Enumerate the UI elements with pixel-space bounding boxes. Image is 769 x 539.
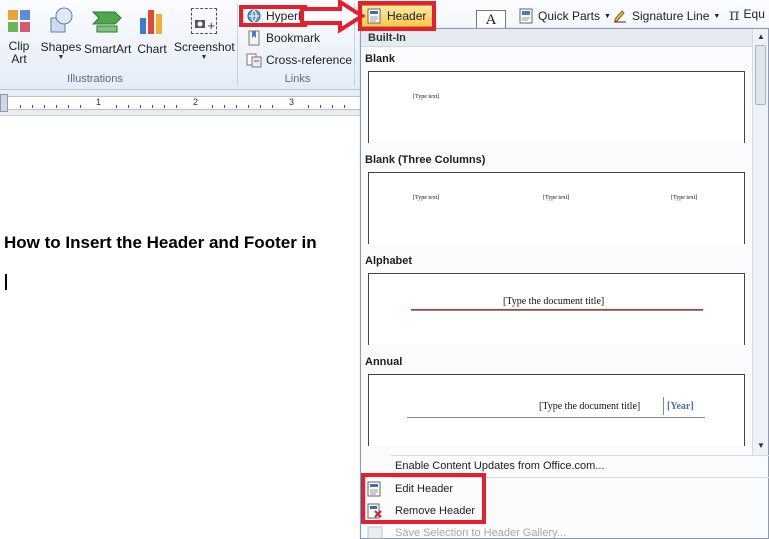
annotation-box-header-button bbox=[358, 1, 436, 31]
gallery-scrollbar[interactable]: ▲ ▼ bbox=[752, 29, 768, 455]
placeholder-text: [Type text] bbox=[671, 195, 698, 201]
chart-icon bbox=[137, 6, 167, 36]
clip-art-button[interactable]: Clip Art bbox=[4, 8, 34, 66]
gallery-item-title: Alphabet bbox=[365, 255, 413, 267]
scroll-up-icon[interactable]: ▲ bbox=[754, 30, 768, 44]
text-box-button[interactable]: A bbox=[476, 10, 506, 30]
signature-line-dropdown-icon: ▼ bbox=[713, 12, 721, 20]
header-thumbnail-blank-three-columns[interactable]: [Type text] [Type text] [Type text] bbox=[368, 172, 745, 244]
header-gallery-dropdown[interactable]: Built-In Blank [Type text] Blank (Three … bbox=[360, 28, 769, 539]
scroll-down-icon[interactable]: ▼ bbox=[754, 439, 768, 453]
quick-parts-icon bbox=[518, 8, 534, 24]
title-rule bbox=[411, 309, 703, 311]
screenshot-icon: + bbox=[191, 8, 217, 34]
signature-line-label: Signature Line bbox=[632, 9, 710, 23]
text-box-icon: A bbox=[485, 11, 497, 28]
screenshot-label: Screenshot bbox=[174, 40, 235, 54]
chart-button[interactable]: Chart bbox=[134, 6, 170, 56]
group-separator bbox=[237, 4, 238, 86]
signature-line-icon bbox=[612, 8, 628, 24]
gallery-section-title: Built-In bbox=[361, 29, 753, 47]
indent-marker[interactable] bbox=[0, 94, 8, 112]
ruler-mark: 3 bbox=[289, 97, 295, 107]
smartart-icon bbox=[91, 8, 123, 34]
save-selection-menu-item: Save Selection to Header Gallery... bbox=[361, 522, 769, 539]
placeholder-text: [Type the document title] bbox=[539, 401, 641, 412]
menu-item-label: Save Selection to Header Gallery... bbox=[395, 527, 566, 539]
cross-reference-button[interactable]: Cross-reference bbox=[246, 50, 352, 70]
quick-parts-dropdown-icon: ▼ bbox=[604, 12, 611, 20]
quick-parts-label: Quick Parts bbox=[538, 9, 601, 23]
screenshot-button[interactable]: + Screenshot ▼ bbox=[174, 8, 235, 62]
svg-text:+: + bbox=[207, 21, 215, 32]
text-cursor bbox=[5, 274, 7, 290]
gallery-item-title: Blank (Three Columns) bbox=[365, 154, 486, 166]
shapes-button[interactable]: Shapes ▼ bbox=[40, 6, 82, 62]
pi-icon: π bbox=[729, 4, 740, 24]
header-thumbnail-alphabet[interactable]: [Type the document title] bbox=[368, 273, 745, 345]
equation-button[interactable]: π Equ bbox=[729, 4, 765, 24]
placeholder-text: [Type text] bbox=[413, 195, 440, 201]
annotation-box-hyperlink bbox=[239, 5, 307, 27]
header-thumbnail-blank[interactable]: [Type text] bbox=[368, 71, 745, 143]
document-heading: How to Insert the Header and Footer in bbox=[4, 233, 317, 252]
screenshot-dropdown-icon: ▼ bbox=[200, 54, 208, 61]
chart-label: Chart bbox=[137, 42, 167, 56]
clip-art-label-2: Art bbox=[11, 52, 27, 66]
placeholder-text: [Type text] bbox=[413, 94, 440, 100]
equation-label: Equ bbox=[743, 7, 765, 21]
ruler-mark: 2 bbox=[193, 97, 199, 107]
annotation-arrow-icon bbox=[300, 0, 366, 34]
gallery-item-title: Blank bbox=[365, 53, 395, 65]
shapes-icon bbox=[47, 6, 75, 34]
placeholder-text: [Type the document title] bbox=[503, 296, 605, 307]
header-thumbnail-annual[interactable]: [Type the document title] [Year] bbox=[368, 374, 745, 446]
horizontal-ruler[interactable]: 1 2 3 bbox=[0, 90, 360, 116]
ruler-strip: 1 2 3 bbox=[8, 96, 360, 110]
document-page[interactable]: How to Insert the Header and Footer in bbox=[0, 117, 360, 539]
shapes-label: Shapes bbox=[40, 40, 82, 54]
placeholder-text: [Type text] bbox=[543, 195, 570, 201]
cross-reference-label: Cross-reference bbox=[266, 53, 353, 67]
smartart-button[interactable]: SmartArt bbox=[84, 8, 132, 56]
gallery-item-title: Annual bbox=[365, 356, 403, 368]
clip-art-icon bbox=[6, 8, 32, 34]
quick-parts-button[interactable]: Quick Parts ▼ bbox=[518, 6, 611, 26]
illustrations-group-label: Illustrations bbox=[67, 73, 123, 85]
cross-reference-icon bbox=[246, 52, 262, 68]
shapes-dropdown-icon: ▼ bbox=[57, 54, 65, 61]
links-group-label: Links bbox=[284, 73, 311, 85]
scrollbar-thumb[interactable] bbox=[755, 45, 766, 105]
save-selection-icon bbox=[367, 525, 383, 539]
title-divider bbox=[663, 397, 664, 415]
smartart-label: SmartArt bbox=[84, 42, 132, 56]
annotation-box-header-menu bbox=[361, 473, 486, 524]
bookmark-icon bbox=[246, 30, 262, 46]
year-placeholder: [Year] bbox=[667, 401, 694, 412]
title-rule bbox=[407, 417, 705, 418]
ruler-mark: 1 bbox=[96, 97, 102, 107]
clip-art-label-1: Clip bbox=[8, 39, 30, 53]
menu-item-label: Enable Content Updates from Office.com..… bbox=[395, 460, 605, 472]
signature-line-button[interactable]: Signature Line ▼ bbox=[612, 6, 720, 26]
